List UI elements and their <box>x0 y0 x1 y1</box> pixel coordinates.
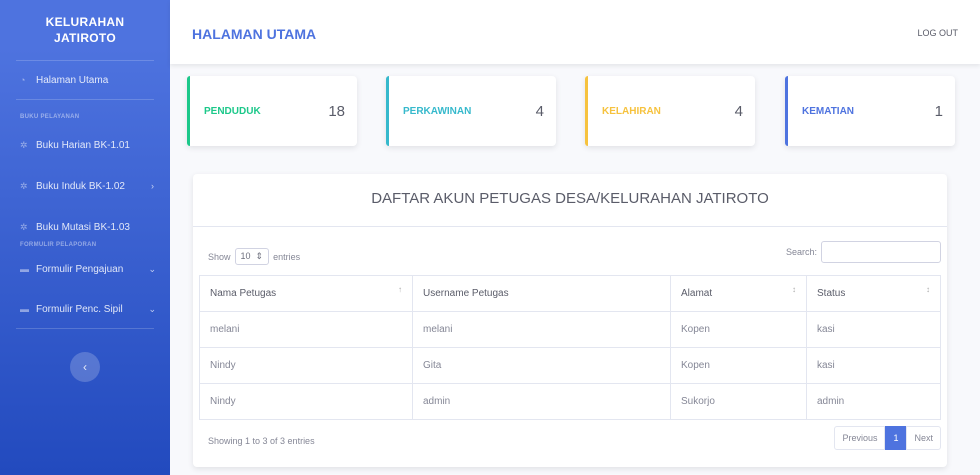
sidebar-item-label: Formulir Penc. Sipil <box>36 303 123 315</box>
table-header-row: Nama Petugas ↑ Username Petugas Alamat ↕… <box>199 275 941 312</box>
entries-select-value: 10 <box>240 251 251 261</box>
sidebar-item-buku-harian[interactable]: ✲ Buku Harian BK-1.01 <box>0 126 170 164</box>
sidebar-item-buku-mutasi[interactable]: ✲ Buku Mutasi BK-1.03 <box>0 208 170 246</box>
folder-icon: ▬ <box>20 304 29 314</box>
sort-arrows-icon: ⇕ <box>253 251 264 261</box>
show-label: Show <box>208 251 231 262</box>
cell-nama: Nindy <box>199 383 413 420</box>
dashboard-icon: ◔ <box>20 75 26 85</box>
column-header-alamat[interactable]: Alamat ↕ <box>670 275 807 312</box>
sidebar-item-formulir-penc-sipil[interactable]: ▬ Formulir Penc. Sipil ⌄ <box>0 290 170 328</box>
entries-select[interactable]: 10 ⇕ <box>234 248 270 265</box>
card-label: PENDUDUK <box>204 105 261 117</box>
cell-status: kasi <box>806 347 941 384</box>
brand-line-2: JATIROTO <box>54 31 116 45</box>
sidebar-item-home[interactable]: ◔ Halaman Utama <box>0 61 170 99</box>
card-value: 4 <box>535 102 544 120</box>
panel-title: DAFTAR AKUN PETUGAS DESA/KELURAHAN JATIR… <box>371 190 769 207</box>
column-header-label: Username Petugas <box>423 288 509 299</box>
page-title: HALAMAN UTAMA <box>192 26 317 42</box>
sort-icon: ↕ <box>792 285 796 294</box>
sidebar-item-label: Buku Mutasi BK-1.03 <box>36 221 130 233</box>
gear-icon: ✲ <box>20 221 28 232</box>
cell-nama: melani <box>199 311 413 348</box>
column-header-status[interactable]: Status ↕ <box>806 275 941 312</box>
card-penduduk: PENDUDUK 18 <box>187 76 357 146</box>
column-header-nama[interactable]: Nama Petugas ↑ <box>199 275 413 312</box>
next-button[interactable]: Next <box>906 426 941 450</box>
sort-icon: ↕ <box>926 285 930 294</box>
sidebar-brand[interactable]: KELURAHAN JATIROTO <box>0 0 170 60</box>
folder-icon: ▬ <box>20 264 29 274</box>
cell-status: admin <box>806 383 941 420</box>
panel-divider <box>193 226 947 227</box>
topbar: HALAMAN UTAMA LOG OUT <box>170 0 980 64</box>
chevron-down-icon: ⌄ <box>148 263 156 274</box>
sidebar-toggle-button[interactable]: ‹ <box>70 352 100 382</box>
column-header-label: Status <box>817 288 846 299</box>
card-value: 18 <box>328 102 345 120</box>
card-kelahiran: KELAHIRAN 4 <box>585 76 755 146</box>
sidebar-item-buku-induk[interactable]: ✲ Buku Induk BK-1.02 › <box>0 167 170 205</box>
card-value: 1 <box>934 102 943 120</box>
brand-line-1: KELURAHAN <box>45 15 125 29</box>
cell-alamat: Kopen <box>670 347 807 384</box>
column-header-label: Nama Petugas <box>210 288 277 299</box>
sidebar-item-label: Buku Harian BK-1.01 <box>36 139 130 151</box>
logout-link[interactable]: LOG OUT <box>917 28 958 38</box>
gear-icon: ✲ <box>20 180 28 191</box>
sidebar-heading-buku: BUKU PELAYANAN <box>20 114 80 120</box>
cell-status: kasi <box>806 311 941 348</box>
entries-label: entries <box>273 251 301 262</box>
table-row: Nindy Gita Kopen kasi <box>199 347 941 384</box>
cell-alamat: Kopen <box>670 311 807 348</box>
sidebar-divider <box>16 328 154 329</box>
table-row: melani melani Kopen kasi <box>199 311 941 348</box>
sort-asc-icon: ↑ <box>398 285 402 294</box>
cell-username: melani <box>412 311 671 348</box>
cell-username: Gita <box>412 347 671 384</box>
sidebar: KELURAHAN JATIROTO ◔ Halaman Utama BUKU … <box>0 0 170 475</box>
entries-length-control: Show 10 ⇕ entries <box>208 248 300 265</box>
sidebar-divider <box>16 99 154 100</box>
cell-nama: Nindy <box>199 347 413 384</box>
chevron-left-icon: ‹ <box>83 360 87 374</box>
card-label: PERKAWINAN <box>403 105 472 117</box>
card-perkawinan: PERKAWINAN 4 <box>386 76 556 146</box>
petugas-panel: DAFTAR AKUN PETUGAS DESA/KELURAHAN JATIR… <box>193 174 947 467</box>
card-label: KELAHIRAN <box>602 105 661 117</box>
card-kematian: KEMATIAN 1 <box>785 76 955 146</box>
sidebar-item-label: Buku Induk BK-1.02 <box>36 180 125 192</box>
search-input[interactable] <box>821 241 941 263</box>
cell-alamat: Sukorjo <box>670 383 807 420</box>
pagination: Previous 1 Next <box>834 426 941 450</box>
card-label: KEMATIAN <box>802 105 855 117</box>
chevron-down-icon: ⌄ <box>148 303 156 314</box>
sidebar-item-formulir-pengajuan[interactable]: ▬ Formulir Pengajuan ⌄ <box>0 250 170 288</box>
table-info: Showing 1 to 3 of 3 entries <box>208 436 315 446</box>
search-label: Search: <box>785 247 817 257</box>
search-control: Search: <box>786 241 941 263</box>
page-1-button[interactable]: 1 <box>885 426 907 450</box>
petugas-table: Nama Petugas ↑ Username Petugas Alamat ↕… <box>199 275 941 420</box>
sidebar-item-label: Halaman Utama <box>36 74 109 86</box>
table-row: Nindy admin Sukorjo admin <box>199 383 941 420</box>
sidebar-item-label: Formulir Pengajuan <box>36 263 124 275</box>
gear-icon: ✲ <box>20 139 28 150</box>
previous-button[interactable]: Previous <box>834 426 886 450</box>
chevron-right-icon: › <box>151 181 154 191</box>
column-header-username[interactable]: Username Petugas <box>412 275 671 312</box>
column-header-label: Alamat <box>681 288 713 299</box>
cell-username: admin <box>412 383 671 420</box>
card-value: 4 <box>734 102 743 120</box>
